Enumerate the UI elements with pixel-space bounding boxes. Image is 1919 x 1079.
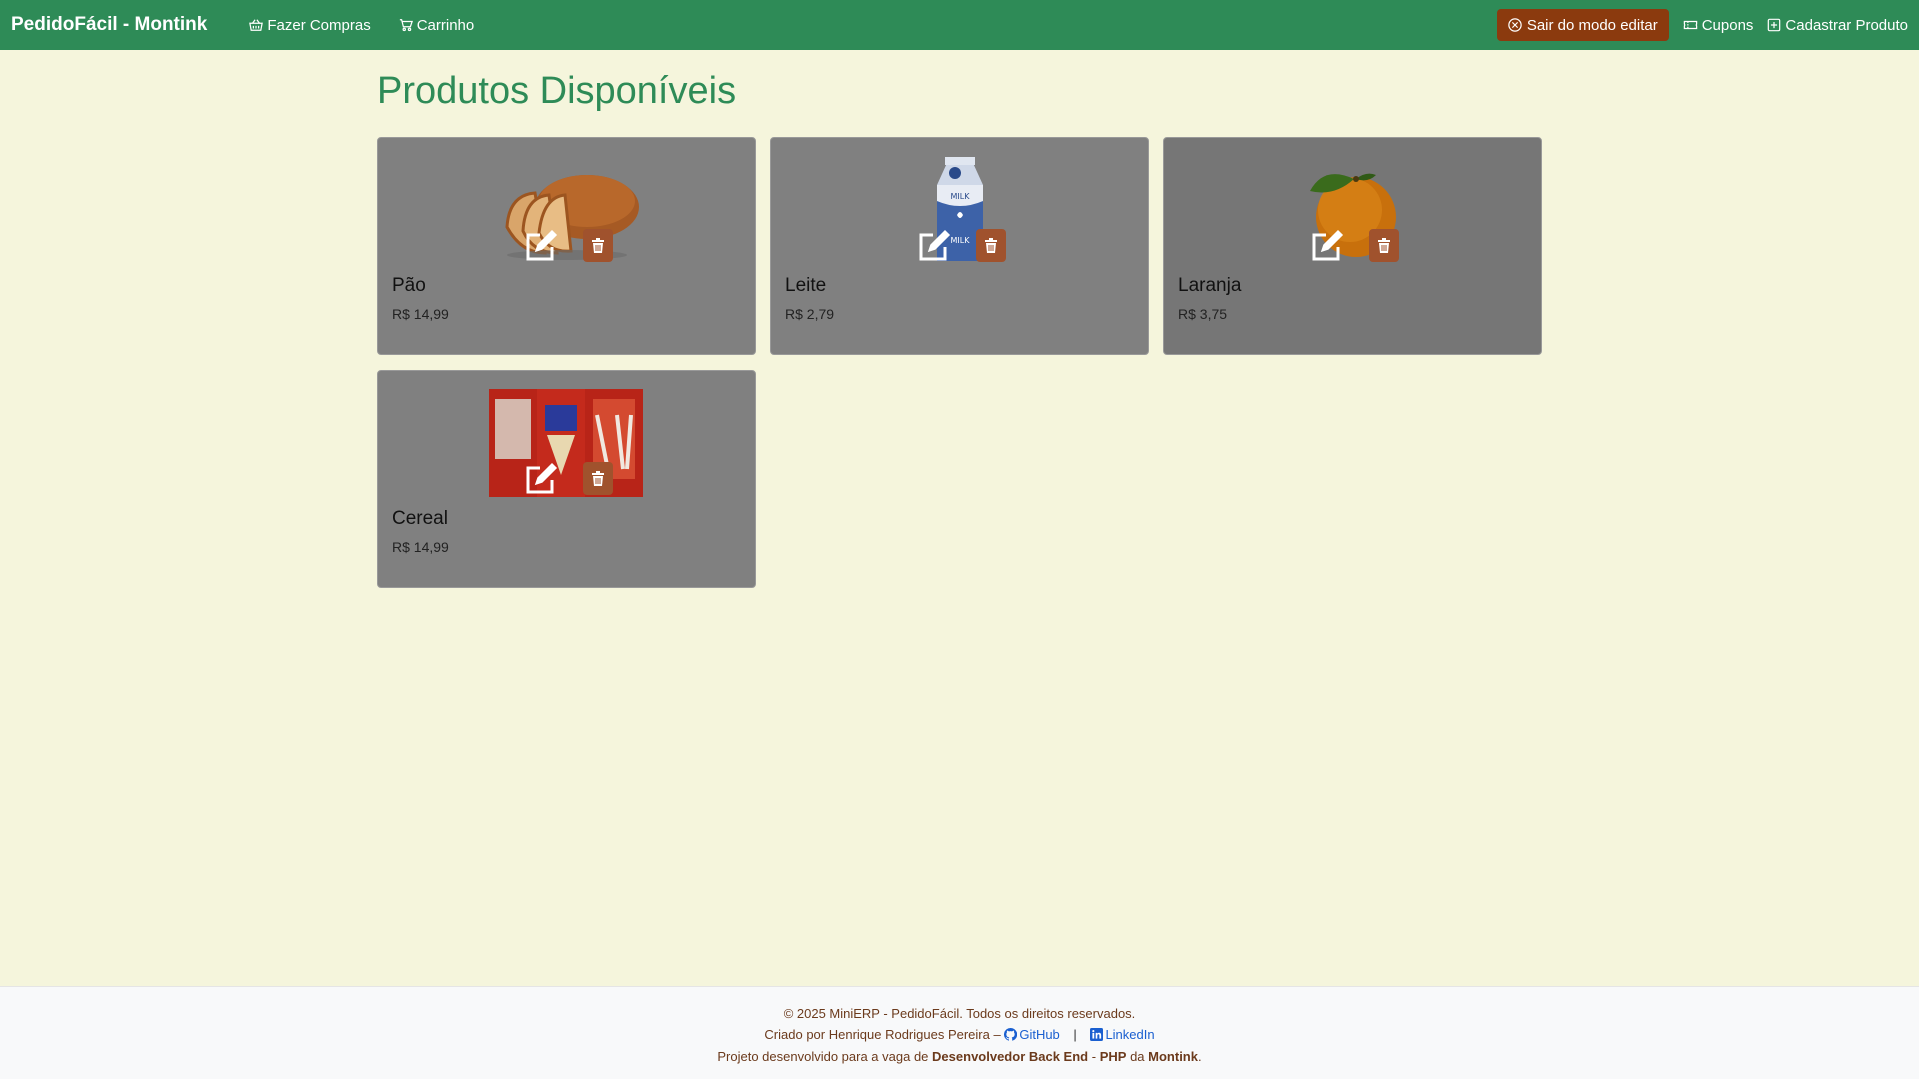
footer-period: .	[1197, 1049, 1202, 1064]
product-price: R$ 2,79	[785, 306, 835, 322]
linkedin-icon	[1090, 1028, 1104, 1041]
product-price: R$ 14,99	[392, 539, 449, 555]
github-icon	[1004, 1027, 1018, 1041]
nav-register-product-link[interactable]: Cadastrar Produto	[1767, 17, 1908, 34]
bread-image	[504, 175, 639, 260]
product-grid: Pão R$ 14,99 MILK MILK Leite R$ 2,79 Lar…	[377, 137, 1543, 588]
nav-coupons-label: Cupons	[1701, 16, 1754, 34]
delete-product-button[interactable]	[1369, 229, 1399, 262]
footer-copyright: © 2025 MiniERP - PedidoFácil. Todos os d…	[783, 1006, 1136, 1021]
product-card: Laranja R$ 3,75	[1163, 137, 1542, 355]
footer-created-by: Criado por Henrique Rodrigues Pereira –	[764, 1027, 1001, 1042]
edit-product-button[interactable]	[914, 228, 952, 266]
nav-shop-label: Fazer Compras	[267, 16, 371, 34]
nav-cart-link[interactable]: Carrinho	[399, 16, 475, 34]
product-name: Leite	[785, 275, 827, 296]
edit-product-button[interactable]	[521, 461, 559, 499]
basket-icon	[249, 19, 264, 31]
footer-company: Montink	[1148, 1049, 1198, 1064]
ticket-icon	[1683, 20, 1697, 30]
linkedin-link[interactable]: LinkedIn	[1090, 1027, 1155, 1042]
brand-link[interactable]: PedidoFácil - Montink	[11, 14, 207, 36]
svg-text:MILK: MILK	[950, 236, 970, 245]
nav-cart-label: Carrinho	[416, 16, 475, 34]
exit-edit-mode-label: Sair do modo editar	[1526, 16, 1658, 34]
edit-icon	[526, 229, 558, 261]
navbar: PedidoFácil - Montink Fazer Compras Carr…	[0, 0, 1919, 50]
nav-shop-link[interactable]: Fazer Compras	[249, 16, 371, 34]
edit-icon	[526, 462, 558, 494]
delete-product-button[interactable]	[583, 229, 613, 262]
navbar-right: Sair do modo editar Cupons Cadastrar Pro…	[1496, 9, 1908, 41]
product-card: Pão R$ 14,99	[377, 137, 756, 355]
exit-edit-mode-button[interactable]: Sair do modo editar	[1496, 9, 1669, 41]
footer-project-prefix: Projeto desenvolvido para a vaga de	[717, 1049, 929, 1064]
footer-dash: -	[1091, 1049, 1097, 1064]
product-card: MILK MILK Leite R$ 2,79	[770, 137, 1149, 355]
footer-role: Desenvolvedor Back End	[932, 1049, 1089, 1064]
svg-text:MILK: MILK	[950, 192, 970, 201]
edit-product-button[interactable]	[521, 228, 559, 266]
edit-icon	[1312, 229, 1344, 261]
delete-product-button[interactable]	[583, 462, 613, 495]
footer-separator: |	[1073, 1027, 1077, 1042]
delete-product-button[interactable]	[976, 229, 1006, 262]
product-image: MILK MILK	[771, 150, 1148, 270]
nav-coupons-link[interactable]: Cupons	[1683, 16, 1754, 34]
plus-square-icon	[1768, 18, 1781, 32]
github-link[interactable]: GitHub	[1004, 1027, 1063, 1042]
product-name: Pão	[392, 275, 426, 296]
linkedin-label: LinkedIn	[1105, 1027, 1155, 1042]
footer-project-info: Projeto desenvolvido para a vaga de Dese…	[0, 1049, 1919, 1064]
cart-icon	[399, 19, 413, 32]
product-image	[378, 150, 755, 270]
product-image	[1164, 150, 1541, 270]
trash-icon	[592, 470, 604, 486]
github-label: GitHub	[1019, 1027, 1060, 1042]
product-image	[378, 383, 755, 503]
cereal-box-image	[488, 389, 643, 497]
product-price: R$ 3,75	[1178, 306, 1228, 322]
page-title: Produtos Disponíveis	[377, 70, 737, 112]
product-price: R$ 14,99	[392, 306, 449, 322]
trash-icon	[1378, 237, 1390, 253]
footer: © 2025 MiniERP - PedidoFácil. Todos os d…	[0, 986, 1919, 1079]
footer-credits: Criado por Henrique Rodrigues Pereira – …	[0, 1027, 1919, 1042]
product-card: Cereal R$ 14,99	[377, 370, 756, 588]
footer-tech: PHP	[1099, 1049, 1127, 1064]
edit-icon	[919, 229, 951, 261]
edit-product-button[interactable]	[1307, 228, 1345, 266]
trash-icon	[592, 237, 604, 253]
nav-register-product-label: Cadastrar Produto	[1785, 16, 1908, 34]
footer-da: da	[1130, 1049, 1145, 1064]
trash-icon	[985, 237, 997, 253]
product-name: Laranja	[1178, 275, 1242, 296]
product-name: Cereal	[392, 508, 448, 529]
close-circle-icon	[1508, 18, 1522, 32]
